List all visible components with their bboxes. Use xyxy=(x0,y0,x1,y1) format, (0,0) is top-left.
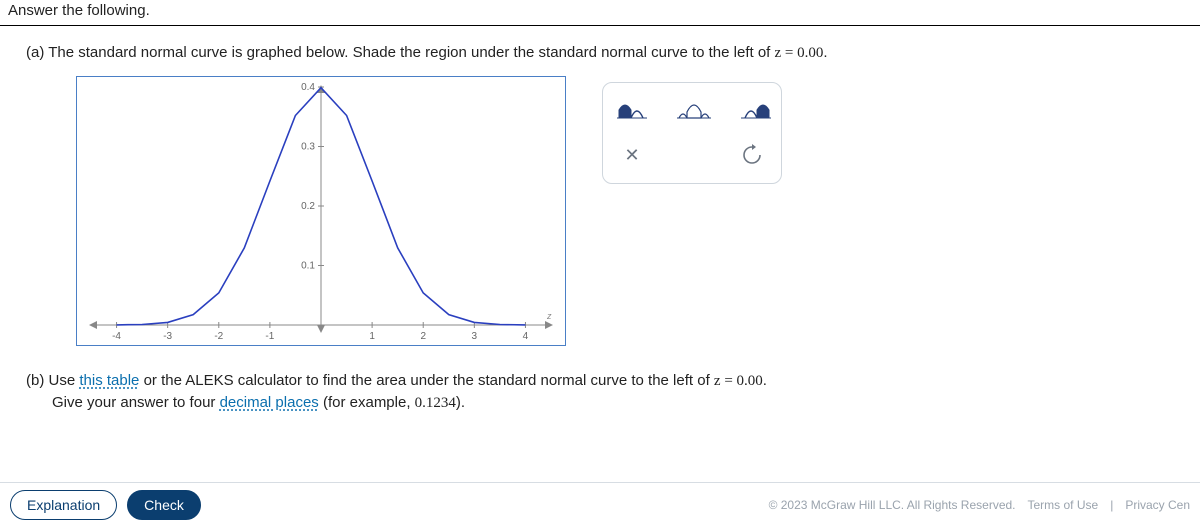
svg-text:0.1: 0.1 xyxy=(301,261,315,272)
shade-left-tool[interactable] xyxy=(617,95,647,123)
check-button[interactable]: Check xyxy=(127,490,201,520)
part-b-line2-after: (for example, xyxy=(319,394,415,411)
clear-button[interactable]: ✕ xyxy=(617,141,647,169)
part-a-z-expression: z = 0.00 xyxy=(775,45,824,61)
part-a-label: (a) xyxy=(26,44,44,61)
part-a-text-before: The standard normal curve is graphed bel… xyxy=(44,44,774,61)
svg-text:3: 3 xyxy=(472,331,478,342)
bottom-bar: Explanation Check © 2023 McGraw Hill LLC… xyxy=(0,482,1200,526)
shade-right-tool[interactable] xyxy=(741,95,771,123)
close-icon: ✕ xyxy=(624,145,639,166)
shade-between-tool[interactable] xyxy=(677,95,711,123)
svg-text:-3: -3 xyxy=(163,331,172,342)
instruction-bar: Answer the following. xyxy=(0,0,1200,26)
copyright-text: © 2023 McGraw Hill LLC. All Rights Reser… xyxy=(769,498,1016,512)
reset-button[interactable] xyxy=(737,141,767,169)
reset-icon xyxy=(741,144,763,166)
question-content: (a) The standard normal curve is graphed… xyxy=(0,26,1200,412)
part-b-line2-before: Give your answer to four xyxy=(52,394,220,411)
svg-text:4: 4 xyxy=(523,331,529,342)
svg-text:-4: -4 xyxy=(112,331,121,342)
this-table-link[interactable]: this table xyxy=(79,372,139,389)
footer: © 2023 McGraw Hill LLC. All Rights Reser… xyxy=(769,498,1190,512)
privacy-link[interactable]: Privacy Cen xyxy=(1125,498,1190,512)
part-b-example: 0.1234 xyxy=(415,395,456,411)
part-b-text3: . xyxy=(763,372,767,389)
part-b-label: (b) xyxy=(26,372,44,389)
part-b-prompt: (b) Use this table or the ALEKS calculat… xyxy=(26,372,1174,412)
svg-text:-1: -1 xyxy=(265,331,274,342)
svg-text:z: z xyxy=(546,311,552,321)
shade-tool-panel: ✕ xyxy=(602,82,782,184)
decimal-places-link[interactable]: decimal places xyxy=(220,394,319,411)
part-b-text1: Use xyxy=(44,372,79,389)
instruction-text: Answer the following. xyxy=(8,2,150,19)
svg-text:2: 2 xyxy=(420,331,426,342)
terms-link[interactable]: Terms of Use xyxy=(1028,498,1099,512)
svg-text:-2: -2 xyxy=(214,331,223,342)
svg-text:0.2: 0.2 xyxy=(301,201,315,212)
svg-text:0.4: 0.4 xyxy=(301,82,315,93)
normal-curve-graph[interactable]: -4 -3 -2 -1 1 2 3 4 0.1 0.2 0.3 0.4 z xyxy=(76,76,566,346)
part-a-prompt: (a) The standard normal curve is graphed… xyxy=(26,44,1174,62)
part-b-line2-end: ). xyxy=(456,394,465,411)
part-b-text2: or the ALEKS calculator to find the area… xyxy=(139,372,714,389)
explanation-button[interactable]: Explanation xyxy=(10,490,117,520)
part-a-text-after: . xyxy=(823,44,827,61)
svg-text:1: 1 xyxy=(369,331,375,342)
svg-text:0.3: 0.3 xyxy=(301,142,315,153)
part-b-z-expression: z = 0.00 xyxy=(714,373,763,389)
